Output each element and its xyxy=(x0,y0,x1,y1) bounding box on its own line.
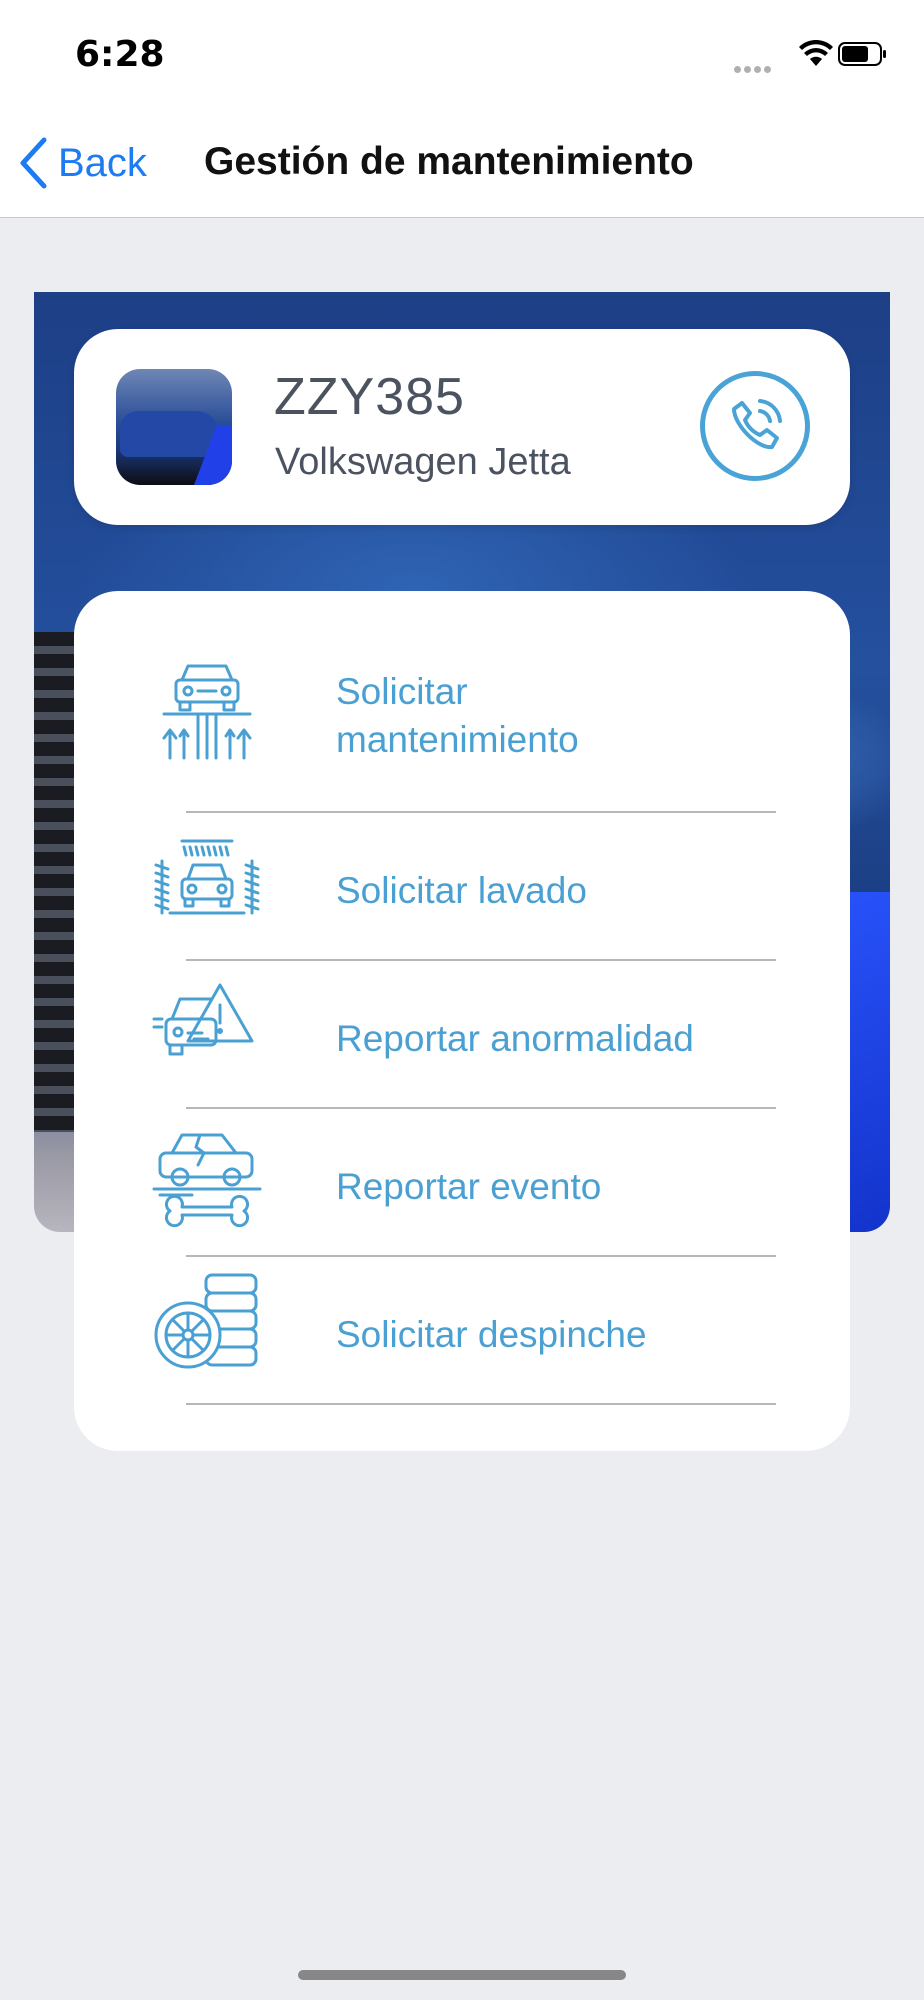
signal-icon xyxy=(734,60,774,78)
vehicle-model: Volkswagen Jetta xyxy=(275,441,571,483)
car-repair-icon xyxy=(152,1133,262,1228)
back-label: Back xyxy=(58,140,147,185)
chevron-left-icon xyxy=(20,137,47,189)
menu-label: Reportar anormalidad xyxy=(336,1018,694,1059)
car-lift-icon xyxy=(162,664,252,760)
menu-item-solicitar-lavado[interactable]: Solicitar lavado xyxy=(74,813,850,961)
menu-label-line2: mantenimiento xyxy=(336,719,579,760)
maintenance-menu: Solicitar mantenimiento Solicitar lavado xyxy=(74,591,850,1451)
menu-item-solicitar-despinche[interactable]: Solicitar despinche xyxy=(74,1257,850,1405)
vehicle-thumbnail xyxy=(116,369,232,485)
tire-icon xyxy=(154,1273,258,1369)
menu-item-reportar-anormalidad[interactable]: Reportar anormalidad xyxy=(74,961,850,1109)
home-indicator[interactable] xyxy=(298,1970,626,1980)
wifi-icon xyxy=(799,40,833,66)
back-button[interactable]: Back xyxy=(18,135,147,191)
car-warning-icon xyxy=(152,983,254,1056)
menu-item-solicitar-mantenimiento[interactable]: Solicitar mantenimiento xyxy=(74,634,850,813)
status-bar: 6:28 xyxy=(0,0,924,105)
page-title: Gestión de mantenimiento xyxy=(204,140,694,183)
vehicle-card: ZZY385 Volkswagen Jetta xyxy=(74,329,850,525)
menu-label-line1: Solicitar xyxy=(336,671,468,712)
call-button[interactable] xyxy=(700,371,810,481)
battery-icon xyxy=(838,42,886,66)
menu-item-reportar-evento[interactable]: Reportar evento xyxy=(74,1109,850,1257)
status-time: 6:28 xyxy=(75,34,165,75)
menu-label: Reportar evento xyxy=(336,1166,602,1207)
menu-label: Solicitar lavado xyxy=(336,870,587,911)
divider xyxy=(186,1403,776,1405)
navigation-bar: Back Gestión de mantenimiento xyxy=(0,105,924,218)
phone-icon xyxy=(732,399,782,450)
car-wash-icon xyxy=(154,839,260,915)
vehicle-plate: ZZY385 xyxy=(274,368,465,426)
menu-label: Solicitar despinche xyxy=(336,1314,647,1355)
